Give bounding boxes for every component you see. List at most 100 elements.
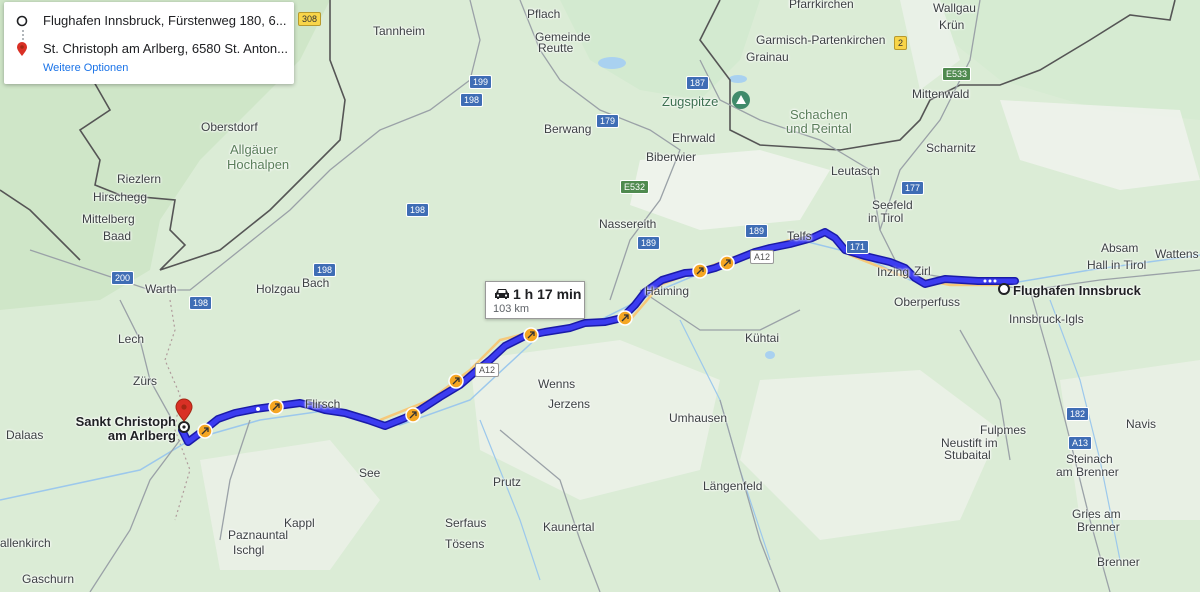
- origin-circle-icon: [16, 15, 28, 27]
- place-label: Flirsch: [305, 397, 341, 411]
- place-label: Zirl: [914, 264, 931, 278]
- peak-label: Zugspitze: [662, 94, 719, 109]
- place-label: Zürs: [133, 374, 157, 388]
- place-label: Brenner: [1097, 555, 1140, 569]
- origin-label[interactable]: Flughafen Innsbruck: [1013, 283, 1141, 298]
- place-label: Wallgau: [933, 1, 976, 15]
- road-shield: 171: [846, 240, 870, 254]
- place-label: Lech: [118, 332, 145, 346]
- place-label: Wattens: [1155, 247, 1199, 261]
- place-label: Mittelberg: [82, 212, 135, 226]
- region-label: Allgäuer: [230, 142, 278, 157]
- route-duration: 1 h 17 min: [513, 286, 582, 302]
- road-shield: 2: [894, 36, 908, 50]
- place-label: See: [359, 466, 381, 480]
- place-label: Steinach: [1066, 452, 1113, 466]
- place-label: Mittenwald: [912, 87, 970, 101]
- place-label: Berwang: [544, 122, 592, 136]
- route-panel: Flughafen Innsbruck, Fürstenweg 180, 6..…: [4, 2, 294, 84]
- place-label: am Brenner: [1056, 465, 1119, 479]
- place-label: Tösens: [445, 537, 485, 551]
- place-label: Garmisch-Partenkirchen: [756, 33, 886, 47]
- place-label: Wenns: [538, 377, 576, 391]
- destination-label-line1[interactable]: Sankt Christoph: [73, 414, 176, 429]
- region-label: und Reintal: [786, 121, 852, 136]
- place-label: Jerzens: [548, 397, 591, 411]
- place-label: Nassereith: [599, 217, 657, 231]
- origin-text[interactable]: Flughafen Innsbruck, Fürstenweg 180, 6..…: [43, 13, 293, 29]
- place-label: Hirschegg: [93, 190, 148, 204]
- place-label: Dalaas: [6, 428, 44, 442]
- place-label: Navis: [1126, 417, 1157, 431]
- place-label: Bach: [302, 276, 330, 290]
- road-shield: E533: [942, 67, 972, 81]
- road-shield: 198: [189, 296, 213, 310]
- place-label: Ischgl: [233, 543, 265, 557]
- route-info-box[interactable]: 1 h 17 min 103 km: [485, 281, 585, 319]
- road-shield: 198: [313, 263, 337, 277]
- destination-label-line2[interactable]: am Arlberg: [73, 428, 176, 443]
- region-label: Hochalpen: [227, 157, 290, 172]
- destination-pin-icon: [17, 42, 27, 56]
- place-label: Absam: [1101, 241, 1139, 255]
- place-label: Leutasch: [831, 164, 880, 178]
- road-shield: A12: [475, 363, 500, 377]
- place-label: Brenner: [1077, 520, 1120, 534]
- place-label: Seefeld: [872, 198, 913, 212]
- place-label: Telfs: [787, 229, 812, 243]
- place-label: Krün: [939, 18, 965, 32]
- place-label: Riezlern: [117, 172, 162, 186]
- place-label: Haiming: [645, 284, 690, 298]
- place-label: Innsbruck-Igls: [1009, 312, 1084, 326]
- road-shield: 198: [460, 93, 484, 107]
- place-label: Kappl: [284, 516, 315, 530]
- place-label: Längenfeld: [703, 479, 763, 493]
- peak-icon: [732, 91, 750, 109]
- place-label: Oberstdorf: [201, 120, 258, 134]
- road-shield: A13: [1068, 436, 1093, 450]
- more-options-link[interactable]: Weitere Optionen: [43, 62, 128, 74]
- origin-marker-icon[interactable]: [998, 283, 1010, 295]
- road-shield: 182: [1066, 407, 1090, 421]
- place-label: Serfaus: [445, 516, 487, 530]
- place-label: Prutz: [493, 475, 522, 489]
- place-label: Pfarrkirchen: [789, 0, 854, 11]
- place-label: Oberperfuss: [894, 295, 961, 309]
- car-icon: [495, 289, 509, 299]
- road-shield: 189: [745, 224, 769, 238]
- road-shield: 308: [298, 12, 322, 26]
- route-distance: 103 km: [493, 303, 530, 315]
- road-shield: E532: [620, 180, 650, 194]
- map-canvas[interactable]: Pflach Gemeinde Reutte Tannheim Oberstdo…: [0, 0, 1200, 592]
- place-label: Tannheim: [373, 24, 426, 38]
- place-label: Umhausen: [669, 411, 728, 425]
- place-label: Paznauntal: [228, 528, 289, 542]
- place-label: Scharnitz: [926, 141, 977, 155]
- road-shield: 177: [901, 181, 925, 195]
- road-shield: 200: [111, 271, 135, 285]
- place-label: Stubaital: [944, 448, 991, 462]
- place-label: Biberwier: [646, 150, 697, 164]
- place-label: Holzgau: [256, 282, 301, 296]
- road-shield: 179: [596, 114, 620, 128]
- place-label: Hall in Tirol: [1087, 258, 1147, 272]
- place-label: Reutte: [538, 41, 574, 55]
- place-label: Pflach: [527, 7, 561, 21]
- road-shield: 189: [637, 236, 661, 250]
- place-label: Gries am: [1072, 507, 1121, 521]
- place-label: Inzing: [877, 265, 910, 279]
- road-shield: A12: [750, 250, 775, 264]
- destination-text[interactable]: St. Christoph am Arlberg, 6580 St. Anton…: [43, 41, 293, 57]
- road-shield: 199: [469, 75, 493, 89]
- place-label: Warth: [145, 282, 177, 296]
- place-label: Fulpmes: [980, 423, 1027, 437]
- place-label: allenkirch: [0, 536, 51, 550]
- road-shield: 198: [406, 203, 430, 217]
- place-label: Kaunertal: [543, 520, 595, 534]
- place-label: Grainau: [746, 50, 789, 64]
- region-label: Schachen: [790, 107, 848, 122]
- waypoint-dots-icon: [22, 30, 24, 40]
- place-label: Gaschurn: [22, 572, 75, 586]
- place-label: Baad: [103, 229, 132, 243]
- road-shield: 187: [686, 76, 710, 90]
